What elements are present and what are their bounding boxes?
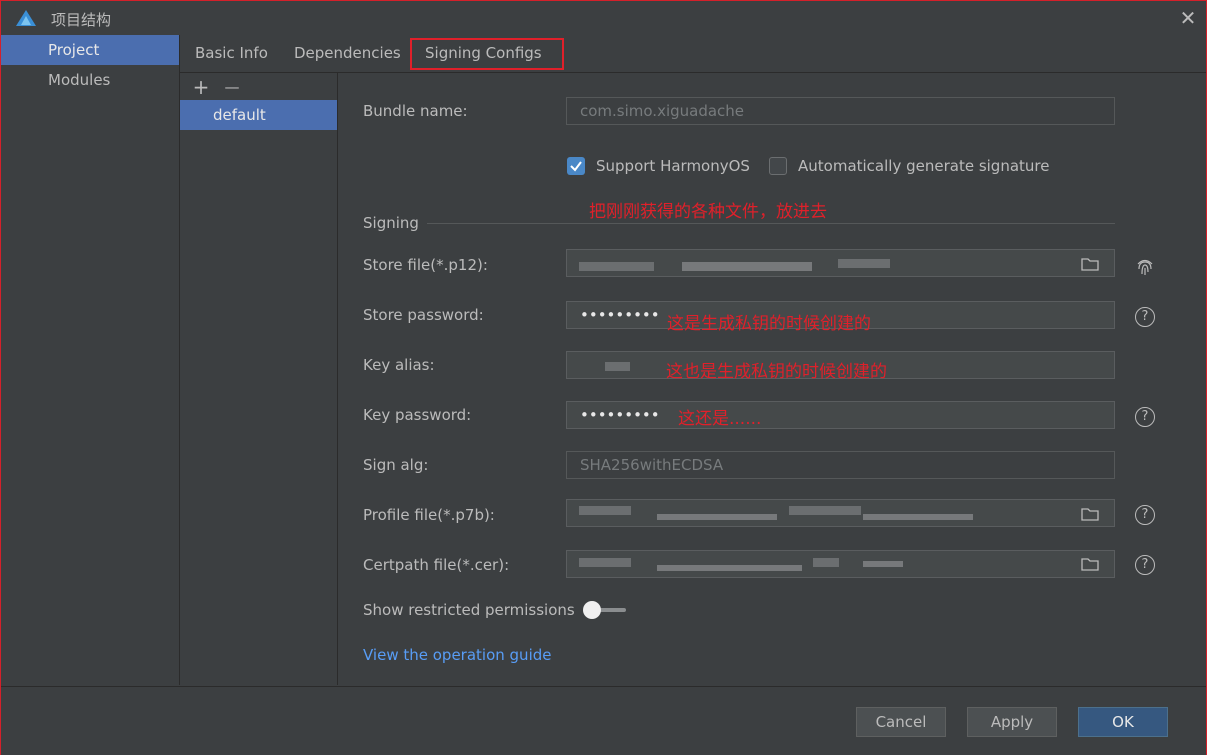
signing-config-form: Bundle name: com.simo.xiguadache Support… — [338, 73, 1206, 685]
help-icon[interactable]: ? — [1135, 555, 1155, 575]
close-icon[interactable]: ✕ — [1177, 7, 1199, 29]
config-item-default[interactable]: default — [180, 100, 337, 130]
support-harmonyos-checkbox[interactable] — [567, 157, 585, 175]
redacted-text — [813, 558, 839, 567]
annotation-key-password: 这还是...... — [678, 409, 762, 429]
sign-alg-label: Sign alg: — [363, 456, 429, 474]
tab-basic-info[interactable]: Basic Info — [195, 35, 268, 72]
redacted-text — [579, 506, 631, 515]
sign-alg-field: SHA256withECDSA — [566, 451, 1115, 479]
signing-section-title: Signing — [363, 214, 419, 232]
redacted-text — [789, 506, 861, 515]
redacted-text — [682, 262, 812, 271]
annotation-files: 把刚刚获得的各种文件，放进去 — [589, 202, 827, 222]
check-icon — [570, 161, 582, 172]
annotation-store-password: 这是生成私钥的时候创建的 — [667, 314, 871, 334]
profile-file-label: Profile file(*.p7b): — [363, 506, 495, 524]
redacted-text — [579, 262, 654, 271]
bundle-name-label: Bundle name: — [363, 102, 468, 120]
apply-button[interactable]: Apply — [967, 707, 1057, 737]
restricted-permissions-label: Show restricted permissions — [363, 601, 575, 619]
tab-highlight-box — [410, 38, 564, 70]
folder-icon[interactable] — [1081, 557, 1099, 571]
redacted-text — [579, 558, 631, 567]
sidebar-item-project[interactable]: Project — [1, 35, 179, 65]
toggle-knob — [583, 601, 601, 619]
help-icon[interactable]: ? — [1135, 307, 1155, 327]
certpath-file-field[interactable] — [566, 550, 1115, 578]
project-structure-sidebar: Project Modules — [1, 35, 180, 685]
key-password-field[interactable]: ••••••••• — [566, 401, 1115, 429]
support-harmonyos-label: Support HarmonyOS — [596, 157, 750, 175]
redacted-text — [657, 565, 802, 571]
certpath-file-label: Certpath file(*.cer): — [363, 556, 510, 574]
deveco-logo-icon — [16, 10, 36, 26]
redacted-text — [863, 561, 903, 567]
folder-icon[interactable] — [1081, 257, 1099, 271]
auto-generate-signature-label: Automatically generate signature — [798, 157, 1050, 175]
window-title: 项目结构 — [51, 11, 112, 29]
key-alias-label: Key alias: — [363, 356, 435, 374]
cancel-button[interactable]: Cancel — [856, 707, 946, 737]
redacted-text — [838, 259, 890, 268]
fingerprint-icon[interactable] — [1134, 256, 1156, 278]
auto-generate-signature-checkbox[interactable] — [769, 157, 787, 175]
store-password-label: Store password: — [363, 306, 484, 324]
redacted-text — [657, 514, 777, 520]
help-icon[interactable]: ? — [1135, 505, 1155, 525]
tab-dependencies[interactable]: Dependencies — [294, 35, 401, 72]
dialog-footer: Cancel Apply OK — [1, 686, 1206, 755]
sidebar-item-modules[interactable]: Modules — [1, 65, 179, 95]
signing-config-list: + — default — [180, 73, 338, 685]
help-icon[interactable]: ? — [1135, 407, 1155, 427]
key-password-label: Key password: — [363, 406, 472, 424]
ok-button[interactable]: OK — [1078, 707, 1168, 737]
add-config-button[interactable]: + — [191, 77, 211, 97]
operation-guide-link[interactable]: View the operation guide — [363, 646, 551, 664]
bundle-name-field: com.simo.xiguadache — [566, 97, 1115, 125]
store-file-field[interactable] — [566, 249, 1115, 277]
redacted-text — [863, 514, 973, 520]
folder-icon[interactable] — [1081, 507, 1099, 521]
annotation-key-alias: 这也是生成私钥的时候创建的 — [666, 362, 887, 382]
store-file-label: Store file(*.p12): — [363, 256, 488, 274]
profile-file-field[interactable] — [566, 499, 1115, 527]
title-bar: 项目结构 ✕ — [1, 1, 1206, 34]
section-divider — [427, 223, 1115, 224]
remove-config-button[interactable]: — — [222, 77, 242, 97]
tab-bar: Basic Info Dependencies Signing Configs — [180, 35, 1206, 73]
redacted-text — [605, 362, 630, 371]
